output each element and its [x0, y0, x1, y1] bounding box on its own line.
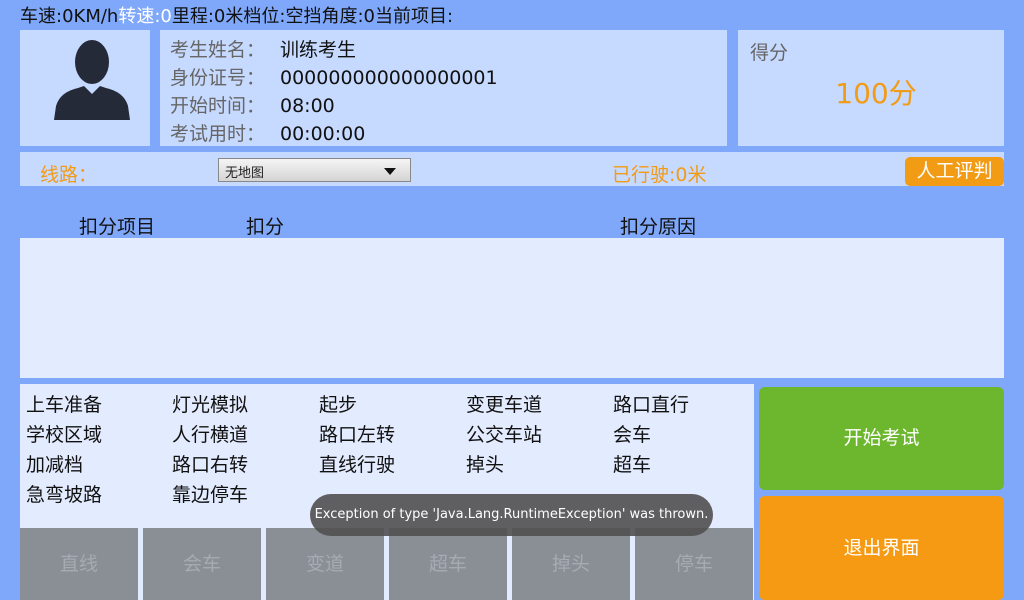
exam-item[interactable]: 起步 [319, 390, 357, 417]
speed-readout: 车速:0KM/h [20, 6, 119, 27]
score-panel: 得分 100分 [738, 30, 1004, 146]
exam-item[interactable]: 路口右转 [172, 450, 248, 477]
exam-item[interactable]: 灯光模拟 [172, 390, 248, 417]
exam-item[interactable]: 直线行驶 [319, 450, 395, 477]
elapsed-time-value: 00:00:00 [280, 123, 366, 145]
deduction-list[interactable] [20, 238, 1004, 378]
avatar-panel [20, 30, 150, 146]
student-id-value: 000000000000000001 [280, 67, 498, 89]
score-value: 100分 [835, 77, 917, 110]
header-deduct-item: 扣分项目 [79, 216, 156, 238]
distance-travelled: 已行驶:0米 [612, 164, 707, 186]
score-label: 得分 [750, 42, 789, 64]
student-id-row: 身份证号： 000000000000000001 [170, 64, 717, 92]
exit-button[interactable]: 退出界面 [759, 496, 1004, 600]
quick-button-lane-change[interactable]: 变道 [266, 528, 384, 600]
quick-button-meet[interactable]: 会车 [143, 528, 261, 600]
exam-item[interactable]: 路口左转 [319, 420, 395, 447]
exam-item[interactable]: 掉头 [466, 450, 504, 477]
manual-judge-button[interactable]: 人工评判 [905, 157, 1004, 186]
person-silhouette-icon [54, 40, 130, 120]
current-item-readout: 当前项目: [375, 6, 454, 27]
exam-item[interactable]: 人行横道 [172, 420, 248, 447]
exam-item[interactable]: 加减档 [26, 450, 83, 477]
exam-item[interactable]: 急弯坡路 [26, 480, 102, 507]
quick-button-u-turn[interactable]: 掉头 [512, 528, 630, 600]
gear-readout: 档位:空挡 [243, 6, 322, 27]
exam-item[interactable]: 公交车站 [466, 420, 542, 447]
triangle-down-icon [384, 168, 396, 175]
student-name-value: 训练考生 [280, 39, 357, 61]
route-dropdown-value: 无地图 [225, 166, 265, 181]
route-dropdown[interactable]: 无地图 [218, 158, 411, 182]
start-time-row: 开始时间： 08:00 [170, 92, 717, 120]
rpm-value: 0 [160, 6, 172, 27]
exam-item[interactable]: 超车 [613, 450, 651, 477]
exam-item[interactable]: 路口直行 [613, 390, 689, 417]
elapsed-time-label: 考试用时： [170, 123, 266, 145]
start-exam-button[interactable]: 开始考试 [759, 387, 1004, 490]
student-id-label: 身份证号： [170, 67, 266, 89]
status-bar: 车速:0KM/h转速:0里程:0米档位:空挡角度:0当前项目: [20, 6, 453, 28]
exam-item[interactable]: 上车准备 [26, 390, 102, 417]
header-deduct-reason: 扣分原因 [620, 216, 697, 238]
student-info-panel: 考生姓名： 训练考生 身份证号： 000000000000000001 开始时间： 0… [160, 30, 727, 146]
error-toast: Exception of type 'Java.Lang.RuntimeExce… [310, 494, 713, 536]
exam-item[interactable]: 会车 [613, 420, 651, 447]
quick-button-straight[interactable]: 直线 [20, 528, 138, 600]
exam-item[interactable]: 靠边停车 [172, 480, 248, 507]
student-name-label: 考生姓名： [170, 39, 266, 61]
start-time-value: 08:00 [280, 95, 335, 117]
start-time-label: 开始时间： [170, 95, 266, 117]
student-name-row: 考生姓名： 训练考生 [170, 36, 717, 64]
quick-button-overtake[interactable]: 超车 [389, 528, 507, 600]
exam-item[interactable]: 学校区域 [26, 420, 102, 447]
angle-readout: 角度:0 [321, 6, 375, 27]
exam-item[interactable]: 变更车道 [466, 390, 542, 417]
mileage-readout: 里程:0米 [171, 6, 244, 27]
header-deduct-points: 扣分 [246, 216, 285, 238]
rpm-label: 转速: [118, 6, 161, 27]
quick-button-stop[interactable]: 停车 [635, 528, 753, 600]
elapsed-time-row: 考试用时： 00:00:00 [170, 120, 717, 148]
route-label: 线路： [40, 164, 98, 186]
route-bar: 线路： 无地图 已行驶:0米 人工评判 [20, 152, 1004, 186]
